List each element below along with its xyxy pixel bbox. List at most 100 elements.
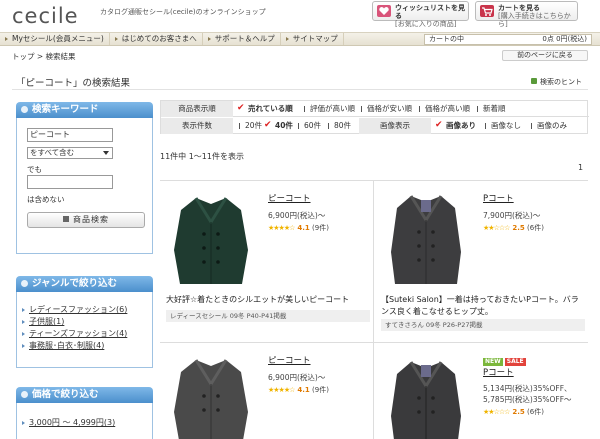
review-count: (6件) [527, 224, 544, 232]
keyword-mode-value: をすべて含む [30, 148, 75, 157]
search-hint-link[interactable]: 検索のヒント [531, 77, 582, 87]
rating-value: 4.1 [297, 224, 310, 232]
heart-icon [377, 5, 391, 17]
chevron-down-icon [103, 151, 109, 155]
product-image[interactable] [381, 192, 471, 287]
image-option-with[interactable]: 画像あり [435, 119, 476, 132]
rating-value: 4.1 [297, 386, 310, 394]
product-rating[interactable]: ★★☆☆☆ 2.5 (6件) [483, 223, 544, 233]
star-rating-icon: ★★☆☆☆ [483, 224, 510, 232]
product-rating[interactable]: ★★★★☆ 4.1 (9件) [268, 385, 329, 395]
image-option-only[interactable]: 画像のみ [529, 120, 567, 132]
product-rating[interactable]: ★★☆☆☆ 2.5 (6件) [483, 407, 544, 417]
square-icon [63, 216, 69, 222]
product-name-link[interactable]: ピーコート [268, 354, 311, 366]
product-image[interactable] [381, 356, 471, 439]
genre-item-uniform[interactable]: 事務服･白衣･制服(4) [17, 340, 152, 352]
product-price: 7,900円(税込)〜 [483, 211, 541, 220]
wishlist-button[interactable]: ウィッシュリストを見る [お気に入りの商品] [372, 1, 469, 28]
star-rating-icon: ★★★★☆ [268, 386, 295, 394]
count-option-60[interactable]: 60件 [296, 120, 321, 132]
product-name-link[interactable]: ピーコート [268, 192, 311, 204]
global-nav: Myセシール(会員メニュー) はじめてのお客さまへ サポート＆ヘルプ サイトマッ… [0, 32, 600, 46]
cart-label: カートを見る [498, 4, 540, 12]
grid-divider [373, 180, 374, 439]
breadcrumb[interactable]: トップ > 検索結果 [12, 51, 76, 62]
rating-value: 2.5 [512, 408, 525, 416]
back-button[interactable]: 前のページに戻る [502, 50, 588, 61]
catalog-info: レディースセシール 09冬 P40-P41掲載 [166, 310, 370, 322]
product-card: NEW SALE Pコート 5,134円(税込)35%OFF、 5,785円(税込… [377, 356, 585, 439]
image-option-without[interactable]: 画像なし [483, 120, 521, 132]
count-option-40[interactable]: 40件 [264, 119, 293, 132]
sort-option-popular[interactable]: 売れている順 [237, 102, 293, 115]
nav-item-support[interactable]: サポート＆ヘルプ [203, 33, 281, 45]
product-price: 5,134円(税込)35%OFF、 [483, 384, 572, 393]
keyword-panel: ピーコート をすべて含む でも は含めない 商品検索 [16, 118, 153, 254]
sort-option-rating[interactable]: 評価が高い順 [302, 103, 355, 115]
nav-item-first-time[interactable]: はじめてのお客さまへ [110, 33, 203, 45]
sort-option-price-asc[interactable]: 価格が安い順 [359, 103, 412, 115]
price-panel: 3,000円 ～ 4,999円(3) [16, 403, 153, 439]
page-number[interactable]: 1 [578, 163, 583, 172]
count-option-80[interactable]: 80件 [326, 120, 351, 132]
product-image[interactable] [166, 192, 256, 287]
price-item[interactable]: 3,000円 ～ 4,999円(3) [17, 417, 152, 429]
product-search-label: 商品検索 [73, 215, 109, 224]
nav-item-my-cecile[interactable]: Myセシール(会員メニュー) [0, 33, 110, 45]
review-count: (9件) [312, 224, 329, 232]
product-price: 6,900円(税込)〜 [268, 211, 326, 220]
sale-badge: SALE [504, 358, 526, 366]
count-row: 表示件数 20件 40件 60件 80件 画像表示 画像あり 画像なし 画像のみ [161, 118, 589, 134]
product-badges: NEW SALE [483, 356, 528, 366]
cecile-logo[interactable]: cecile [12, 4, 79, 28]
back-button-label: 前のページに戻る [517, 51, 573, 59]
and-label: でも [27, 165, 42, 174]
product-search-button[interactable]: 商品検索 [27, 212, 145, 228]
product-price: 6,900円(税込)〜 [268, 373, 326, 382]
site-tagline: カタログ通販セシール(cecile)のオンラインショップ [100, 8, 266, 16]
cart-summary-value: 0点 0円(税込) [542, 35, 587, 43]
price-panel-title: 価格で絞り込む [16, 387, 153, 403]
sort-label: 商品表示順 [161, 101, 233, 117]
title-row: 「ピーコート」の検索結果 検索のヒント [12, 70, 588, 90]
sort-option-price-desc[interactable]: 価格が高い順 [417, 103, 470, 115]
product-description: 大好評☆着たときのシルエットが美しいピーコート [166, 295, 350, 304]
nav-item-sitemap[interactable]: サイトマップ [281, 33, 344, 45]
product-card: ピーコート 6,900円(税込)〜 ★★★★☆ 4.1 (9件) [162, 354, 370, 439]
genre-item-teens[interactable]: ティーンズファッション(4) [17, 328, 152, 340]
rating-value: 2.5 [512, 224, 525, 232]
product-description: 【Suteki Salon】一着は持っておきたいPコート。バランス良く着こなせる… [381, 295, 579, 316]
product-name-link[interactable]: Pコート [483, 192, 514, 204]
cart-sub: [購入手続きはこちらから] [498, 12, 571, 28]
star-rating-icon: ★★★★☆ [268, 224, 295, 232]
sort-row: 商品表示順 売れている順 評価が高い順 価格が安い順 価格が高い順 新着順 [161, 101, 589, 117]
header: cecile カタログ通販セシール(cecile)のオンラインショップ ウィッシ… [0, 0, 600, 32]
genre-item-ladies[interactable]: レディースファッション(6) [17, 304, 152, 316]
cart-button[interactable]: カートを見る [購入手続きはこちらから] [475, 1, 578, 28]
product-image[interactable] [166, 354, 256, 439]
genre-item-kids[interactable]: 子供服(1) [17, 316, 152, 328]
sort-option-new[interactable]: 新着順 [475, 103, 506, 115]
keyword-panel-title: 検索キーワード [16, 102, 153, 118]
catalog-info: すてきさろん 09冬 P26-P27掲載 [381, 319, 585, 331]
exclude-label: は含めない [27, 195, 65, 204]
filter-table: 商品表示順 売れている順 評価が高い順 価格が安い順 価格が高い順 新着順 表示… [160, 100, 589, 134]
grid-divider [160, 342, 588, 343]
exclude-keyword-input[interactable] [27, 175, 113, 189]
cart-icon [480, 5, 494, 17]
cart-summary-label: カートの中 [429, 35, 464, 43]
keyword-mode-select[interactable]: をすべて含む [27, 147, 113, 159]
review-count: (9件) [312, 386, 329, 394]
product-rating[interactable]: ★★★★☆ 4.1 (9件) [268, 223, 329, 233]
count-label: 表示件数 [161, 118, 233, 134]
review-count: (6件) [527, 408, 544, 416]
cart-summary[interactable]: カートの中 0点 0円(税込) [424, 34, 592, 45]
product-card: ピーコート 6,900円(税込)〜 ★★★★☆ 4.1 (9件) 大好評☆着たとき… [162, 192, 370, 332]
count-option-20[interactable]: 20件 [237, 120, 262, 132]
keyword-input[interactable]: ピーコート [27, 128, 113, 142]
genre-panel-title: ジャンルで絞り込む [16, 276, 153, 292]
product-name-link[interactable]: Pコート [483, 366, 514, 378]
star-rating-icon: ★★☆☆☆ [483, 408, 510, 416]
page-title: 「ピーコート」の検索結果 [16, 78, 131, 89]
